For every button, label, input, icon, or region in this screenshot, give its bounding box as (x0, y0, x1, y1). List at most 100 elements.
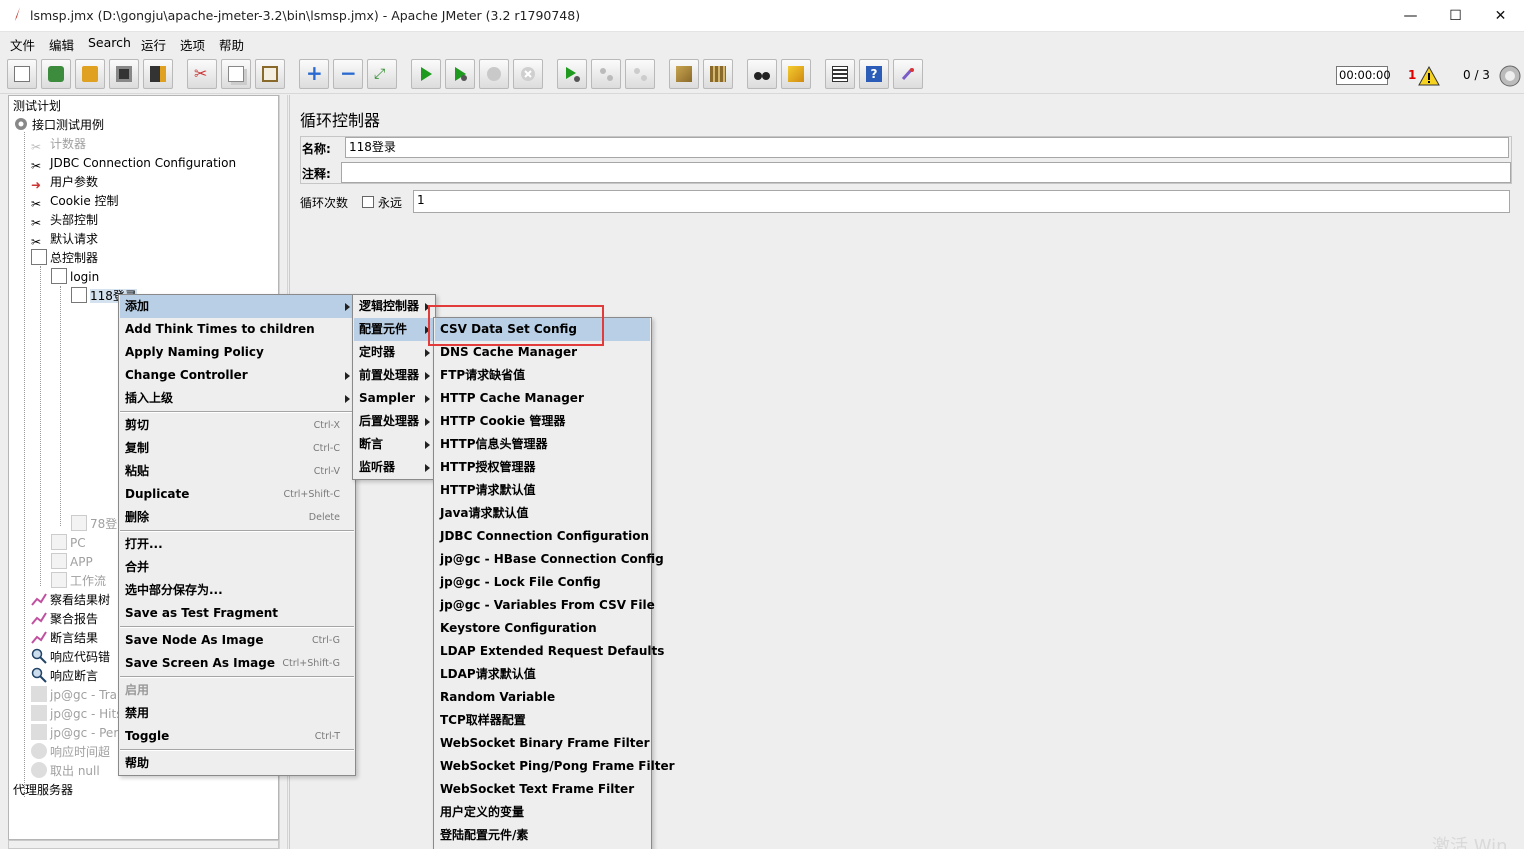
tree-node[interactable]: 响应断言 (31, 667, 98, 686)
new-button[interactable] (7, 59, 37, 89)
start-no-pause-button[interactable] (445, 59, 475, 89)
menu-file[interactable]: 文件 (10, 35, 35, 54)
loop-count-field[interactable]: 1 (413, 190, 1510, 213)
menu-options[interactable]: 选项 (180, 35, 205, 54)
config-item[interactable]: jp@gc - Lock File Config (435, 571, 650, 594)
templates-button[interactable] (41, 59, 71, 89)
menu-item-change-controller[interactable]: Change Controller (120, 364, 354, 387)
menu-item-copy[interactable]: 复制 Ctrl-C (120, 437, 354, 460)
menu-item-think-times[interactable]: Add Think Times to children (120, 318, 354, 341)
tree-node[interactable]: 接口测试用例 (13, 116, 104, 135)
menu-item-save-fragment[interactable]: Save as Test Fragment (120, 602, 354, 625)
close-button[interactable]: ✕ (1478, 0, 1523, 32)
tree-node[interactable]: ✂ JDBC Connection Configuration (31, 154, 236, 173)
tree-node[interactable]: 78登 (71, 515, 117, 534)
menu-item-save-node-image[interactable]: Save Node As Image Ctrl-G (120, 629, 354, 652)
remote-start-button[interactable] (557, 59, 587, 89)
menu-item-open[interactable]: 打开... (120, 533, 354, 556)
config-item[interactable]: HTTP授权管理器 (435, 456, 650, 479)
config-item[interactable]: Keystore Configuration (435, 617, 650, 640)
save-button[interactable] (109, 59, 139, 89)
name-field[interactable]: 118登录 (345, 137, 1509, 158)
start-button[interactable] (411, 59, 441, 89)
logger-button[interactable] (893, 59, 923, 89)
menu-item-merge[interactable]: 合并 (120, 556, 354, 579)
menu-item-cut[interactable]: 剪切 Ctrl-X (120, 414, 354, 437)
config-item[interactable]: Random Variable (435, 686, 650, 709)
warning-icon[interactable] (1418, 66, 1440, 86)
tree-horizontal-scrollbar[interactable] (8, 840, 279, 849)
tree-node[interactable]: 取出 null (31, 762, 100, 781)
menu-edit[interactable]: 编辑 (49, 35, 74, 54)
submenu-listener[interactable]: 监听器 (354, 456, 434, 479)
clear-button[interactable] (669, 59, 699, 89)
menu-run[interactable]: 运行 (141, 35, 166, 54)
config-item[interactable]: TCP取样器配置 (435, 709, 650, 732)
tree-node[interactable]: 聚合报告 (31, 610, 98, 629)
tree-node[interactable]: 断言结果 (31, 629, 98, 648)
config-item[interactable]: FTP请求缺省值 (435, 364, 650, 387)
submenu-sampler[interactable]: Sampler (354, 387, 434, 410)
menu-item-add[interactable]: 添加 (120, 295, 354, 318)
collapse-all-button[interactable]: − (333, 59, 363, 89)
tree-node[interactable]: PC (51, 534, 86, 553)
expand-all-button[interactable]: + (299, 59, 329, 89)
cut-button[interactable]: ✂ (187, 59, 217, 89)
menu-item-save-selection[interactable]: 选中部分保存为... (120, 579, 354, 602)
config-item[interactable]: HTTP请求默认值 (435, 479, 650, 502)
config-item[interactable]: LDAP请求默认值 (435, 663, 650, 686)
tree-node[interactable]: ✂ 计数器 (31, 135, 86, 154)
submenu-pre-processor[interactable]: 前置处理器 (354, 364, 434, 387)
search-button[interactable] (747, 59, 777, 89)
tree-node[interactable]: 总控制器 (31, 249, 98, 268)
menu-help[interactable]: 帮助 (219, 35, 244, 54)
config-item[interactable]: HTTP Cookie 管理器 (435, 410, 650, 433)
tree-node[interactable]: ✂ 头部控制 (31, 211, 98, 230)
tree-root[interactable]: 测试计划 (13, 97, 61, 116)
submenu-config-element[interactable]: 配置元件 (354, 318, 434, 341)
config-item[interactable]: HTTP信息头管理器 (435, 433, 650, 456)
tree-node[interactable]: jp@gc - Hits (31, 705, 122, 724)
remote-stop-button[interactable] (591, 59, 621, 89)
submenu-logic-controller[interactable]: 逻辑控制器 (354, 295, 434, 318)
remote-shutdown-button[interactable] (625, 59, 655, 89)
shutdown-button[interactable] (513, 59, 543, 89)
maximize-button[interactable]: ☐ (1433, 0, 1478, 32)
comment-field[interactable] (341, 162, 1511, 183)
config-item[interactable]: jp@gc - HBase Connection Config (435, 548, 664, 571)
menu-item-disable[interactable]: 禁用 (120, 702, 354, 725)
menu-item-toggle[interactable]: Toggle Ctrl-T (120, 725, 354, 748)
menu-item-duplicate[interactable]: Duplicate Ctrl+Shift-C (120, 483, 354, 506)
tree-node[interactable]: jp@gc - Tra (31, 686, 117, 705)
tree-node[interactable]: ➜ 用户参数 (31, 173, 98, 192)
reset-search-button[interactable] (781, 59, 811, 89)
config-item[interactable]: 用户定义的变量 (435, 801, 650, 824)
menu-item-naming-policy[interactable]: Apply Naming Policy (120, 341, 354, 364)
config-item[interactable]: Java请求默认值 (435, 502, 650, 525)
paste-button[interactable] (255, 59, 285, 89)
minimize-button[interactable]: — (1388, 0, 1433, 32)
open-button[interactable] (75, 59, 105, 89)
config-item[interactable]: LDAP Extended Request Defaults (435, 640, 664, 663)
tree-node[interactable]: 工作流 (51, 572, 106, 591)
tree-node[interactable]: 响应时间超 (31, 743, 110, 762)
menu-item-help[interactable]: 帮助 (120, 752, 354, 775)
save-as-button[interactable] (143, 59, 173, 89)
menu-item-save-screen-image[interactable]: Save Screen As Image Ctrl+Shift-G (120, 652, 354, 675)
config-item[interactable]: WebSocket Text Frame Filter (435, 778, 650, 801)
submenu-assertion[interactable]: 断言 (354, 433, 434, 456)
tree-node[interactable]: login (51, 268, 99, 287)
config-item[interactable]: 登陆配置元件/素 (435, 824, 650, 847)
tree-node[interactable]: ✂ Cookie 控制 (31, 192, 119, 211)
menu-item-paste[interactable]: 粘贴 Ctrl-V (120, 460, 354, 483)
menu-item-delete[interactable]: 删除 Delete (120, 506, 354, 529)
config-item[interactable]: HTTP Cache Manager (435, 387, 650, 410)
menu-item-insert-parent[interactable]: 插入上级 (120, 387, 354, 410)
submenu-post-processor[interactable]: 后置处理器 (354, 410, 434, 433)
clear-all-button[interactable] (703, 59, 733, 89)
function-helper-button[interactable] (825, 59, 855, 89)
tree-node[interactable]: 响应代码错 (31, 648, 110, 667)
submenu-timer[interactable]: 定时器 (354, 341, 434, 364)
forever-checkbox[interactable] (362, 196, 374, 208)
menu-search[interactable]: Search (88, 35, 131, 50)
